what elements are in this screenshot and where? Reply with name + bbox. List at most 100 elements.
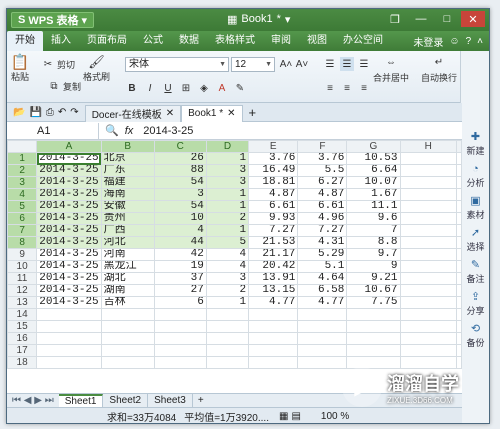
grid-cell[interactable]: 16.49: [248, 164, 299, 177]
grid-cell[interactable]: [399, 284, 457, 297]
grid-cell[interactable]: [297, 308, 348, 321]
grid-cell[interactable]: [205, 356, 250, 369]
grid-cell[interactable]: [399, 344, 457, 357]
row-header[interactable]: 13: [7, 296, 38, 309]
grid-cell[interactable]: [456, 248, 462, 261]
zoom-level[interactable]: 100 %: [301, 411, 349, 422]
paste-button[interactable]: 📋 粘贴: [11, 54, 30, 83]
redo-icon[interactable]: ↷: [70, 107, 78, 118]
task-new[interactable]: ✚ 新建: [461, 131, 489, 157]
grid-cell[interactable]: 27: [153, 284, 207, 297]
border-icon[interactable]: ⊞: [179, 81, 193, 95]
grid-cell[interactable]: [205, 332, 250, 345]
function-icon[interactable]: fx: [125, 125, 144, 137]
row-header[interactable]: 9: [7, 248, 38, 261]
align-left-icon[interactable]: ≡: [323, 81, 337, 95]
font-color-icon[interactable]: A: [215, 81, 229, 95]
grid-cell[interactable]: 4.31: [297, 236, 348, 249]
grid-cell[interactable]: 20.42: [248, 260, 299, 273]
grid-cell[interactable]: 4: [205, 260, 250, 273]
print-icon[interactable]: ⎙: [46, 107, 54, 118]
grid-cell[interactable]: 2014-3-25: [36, 224, 102, 237]
grid-cell[interactable]: 4.77: [248, 296, 299, 309]
grid-cell[interactable]: [36, 344, 102, 357]
sheet-nav-arrows[interactable]: ⏮ ◀ ▶ ⏭: [7, 395, 59, 406]
tab-view[interactable]: 视图: [299, 31, 335, 51]
grid-cell[interactable]: [399, 320, 457, 333]
grid-cell[interactable]: 4.87: [248, 188, 299, 201]
grid-cell[interactable]: 2014-3-25: [36, 260, 102, 273]
grid-cell[interactable]: [399, 260, 457, 273]
grid-cell[interactable]: [456, 344, 462, 357]
grid-cell[interactable]: 10: [153, 212, 207, 225]
grid-cell[interactable]: 11.1: [346, 200, 401, 213]
copy-button[interactable]: ⧉ 复制: [47, 79, 81, 93]
page-view-icon[interactable]: ▤: [291, 411, 300, 422]
folder-icon[interactable]: 📂: [13, 107, 25, 118]
grid-cell[interactable]: 湖南: [100, 284, 155, 297]
align-middle-icon[interactable]: ☰: [340, 57, 354, 71]
row-header[interactable]: 5: [7, 200, 38, 213]
grid-cell[interactable]: 4.96: [297, 212, 348, 225]
grid-cell[interactable]: 4.64: [297, 272, 348, 285]
grid-cell[interactable]: [399, 212, 457, 225]
grid-cell[interactable]: 2014-3-25: [36, 188, 102, 201]
grid-cell[interactable]: 5.29: [297, 248, 348, 261]
close-icon[interactable]: ✕: [166, 108, 174, 119]
grid-cell[interactable]: [346, 320, 401, 333]
wrap-text-button[interactable]: ↵ 自动换行: [421, 55, 457, 84]
grid-cell[interactable]: 26: [153, 152, 207, 165]
grid-cell[interactable]: 5.5: [297, 164, 348, 177]
spreadsheet-grid[interactable]: ABCDEFGH 1 2014-3-25 北京 26 1 3.76 3.76 10.53 2 20…: [7, 140, 462, 393]
grid-cell[interactable]: [399, 308, 457, 321]
grid-cell[interactable]: [153, 308, 207, 321]
grid-cell[interactable]: [36, 332, 102, 345]
grid-cell[interactable]: [100, 320, 155, 333]
row-header[interactable]: 18: [7, 356, 38, 369]
undo-icon[interactable]: ↶: [58, 107, 66, 118]
grid-cell[interactable]: 88: [153, 164, 207, 177]
grid-cell[interactable]: 5: [205, 236, 250, 249]
grid-cell[interactable]: 2014-3-25: [36, 152, 102, 165]
cell-table[interactable]: ABCDEFGH 1 2014-3-25 北京 26 1 3.76 3.76 10.53 2 20…: [7, 140, 462, 369]
grid-cell[interactable]: 6.64: [346, 164, 401, 177]
column-header[interactable]: G: [346, 140, 401, 153]
grid-cell[interactable]: 2014-3-25: [36, 236, 102, 249]
grid-cell[interactable]: [456, 332, 462, 345]
grid-cell[interactable]: [248, 320, 299, 333]
grid-cell[interactable]: [399, 200, 457, 213]
grid-cell[interactable]: 21.17: [248, 248, 299, 261]
grid-cell[interactable]: 7.27: [297, 224, 348, 237]
grid-cell[interactable]: [297, 356, 348, 369]
column-header[interactable]: H: [399, 140, 457, 153]
grid-cell[interactable]: 6.61: [248, 200, 299, 213]
grid-cell[interactable]: [153, 332, 207, 345]
grid-cell[interactable]: [456, 284, 462, 297]
grid-cell[interactable]: 湖北: [100, 272, 155, 285]
task-material[interactable]: ▣ 素材: [461, 195, 489, 221]
grid-cell[interactable]: 海南: [100, 188, 155, 201]
grid-cell[interactable]: [456, 260, 462, 273]
grid-cell[interactable]: 北京: [100, 152, 155, 165]
grid-cell[interactable]: 1: [205, 152, 250, 165]
collapse-ribbon-icon[interactable]: ˄: [477, 36, 483, 47]
help-icon[interactable]: ?: [466, 36, 472, 47]
grid-cell[interactable]: [346, 332, 401, 345]
select-all-corner[interactable]: [7, 140, 38, 153]
row-header[interactable]: 8: [7, 236, 38, 249]
grid-cell[interactable]: 3: [205, 176, 250, 189]
grid-cell[interactable]: 9.6: [346, 212, 401, 225]
grid-cell[interactable]: 10.07: [346, 176, 401, 189]
grid-cell[interactable]: 10.67: [346, 284, 401, 297]
grid-cell[interactable]: 贵州: [100, 212, 155, 225]
grid-cell[interactable]: [456, 320, 462, 333]
grid-cell[interactable]: 9: [346, 260, 401, 273]
grid-cell[interactable]: 2014-3-25: [36, 248, 102, 261]
grid-cell[interactable]: [297, 332, 348, 345]
row-header[interactable]: 14: [7, 308, 38, 321]
grid-cell[interactable]: 黑龙江: [100, 260, 155, 273]
task-share[interactable]: ⇪ 分享: [461, 291, 489, 317]
grid-cell[interactable]: 18.81: [248, 176, 299, 189]
grid-cell[interactable]: [248, 356, 299, 369]
grid-cell[interactable]: [100, 332, 155, 345]
